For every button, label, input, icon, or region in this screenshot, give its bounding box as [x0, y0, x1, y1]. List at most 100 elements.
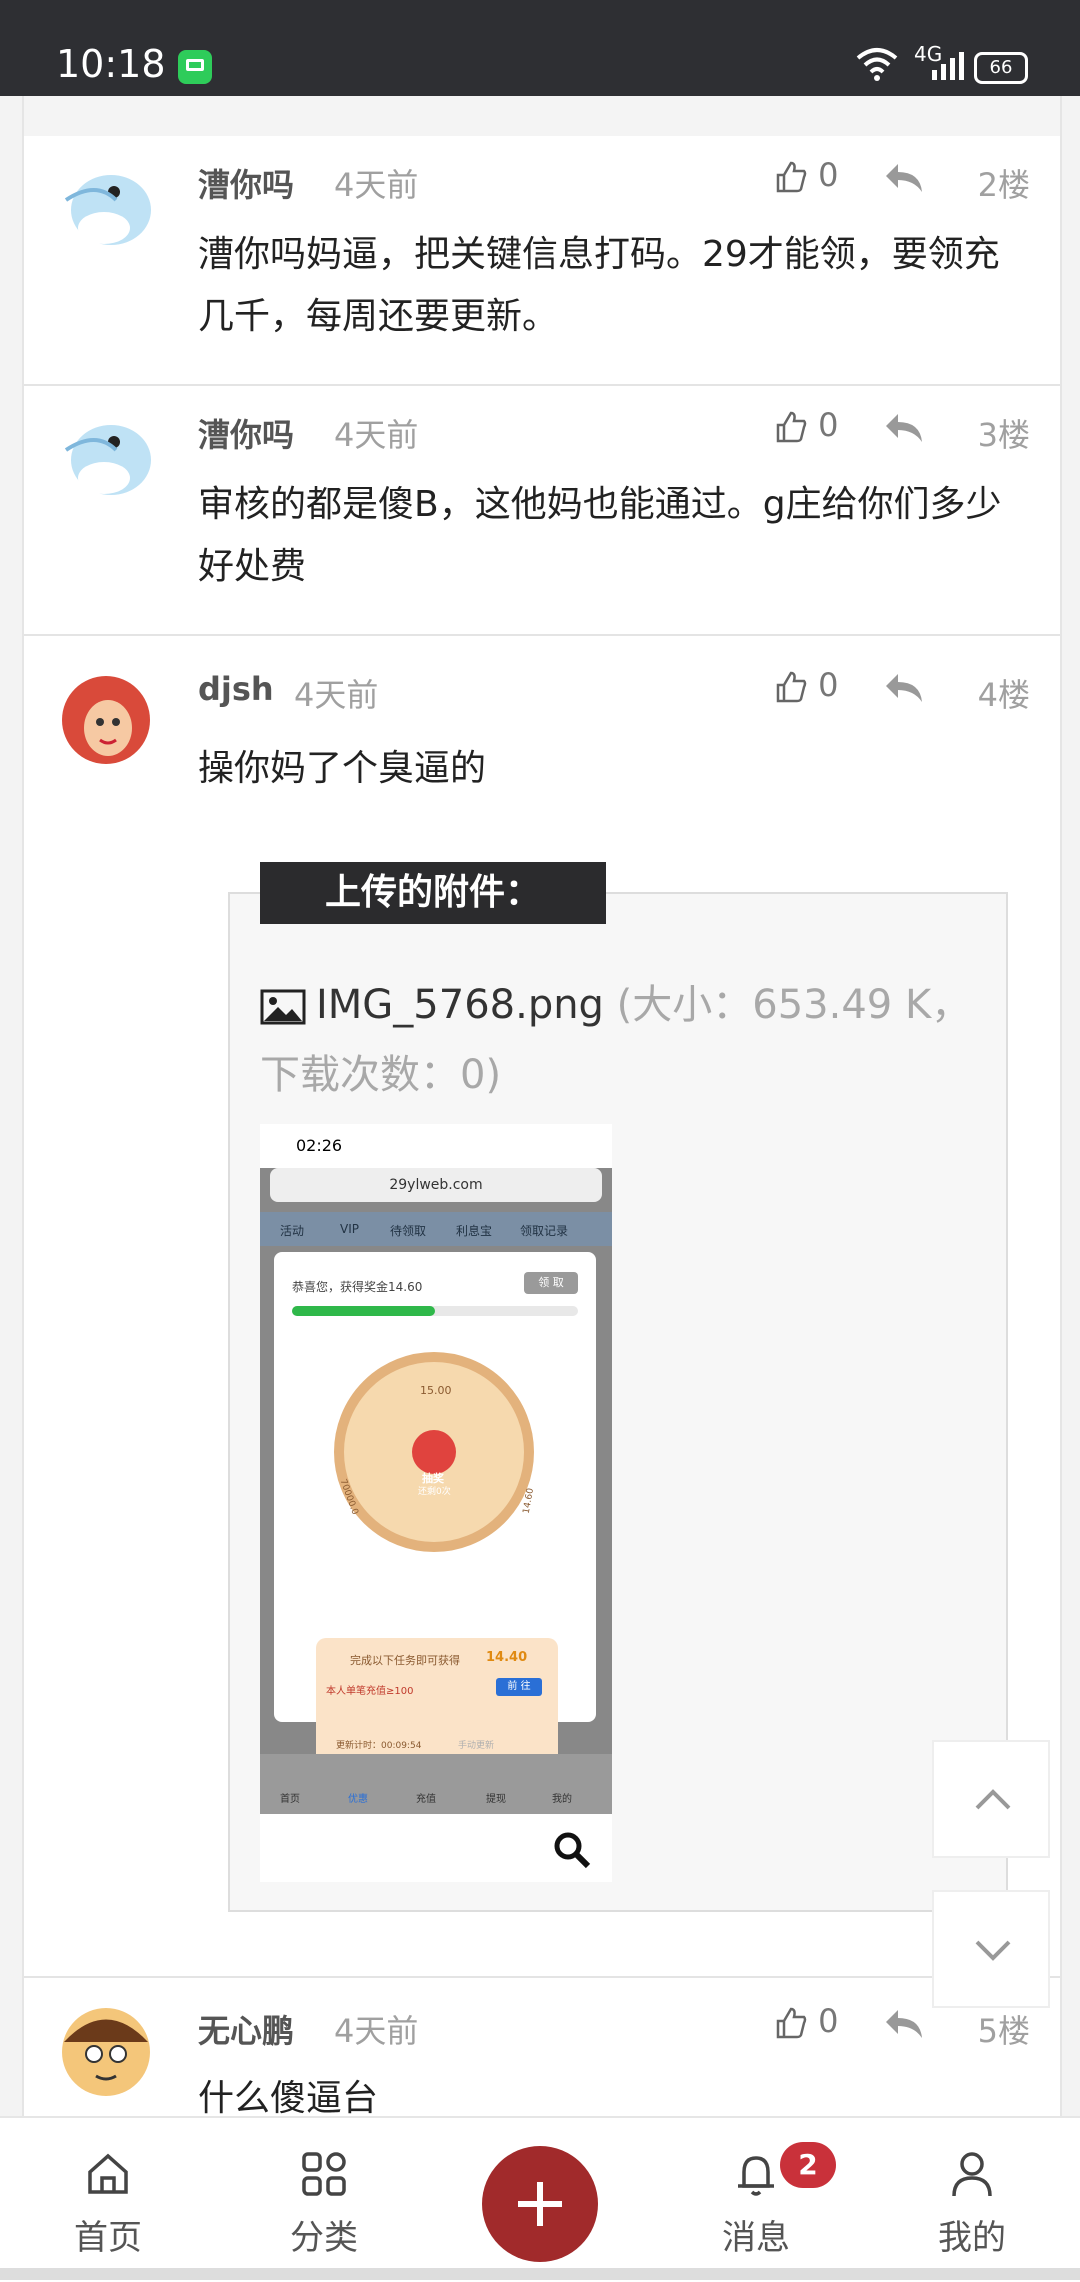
image-nav-item: 我的 — [552, 1794, 572, 1805]
image-tab: 利息宝 — [456, 1224, 493, 1238]
image-tab: 待领取 — [390, 1224, 427, 1238]
bottom-tab-bar: 首页 分类 消息 2 我的 — [0, 2116, 1080, 2282]
like-button[interactable]: 0 — [774, 2002, 844, 2046]
image-wheel-center-sub: 还剩0次 — [418, 1487, 451, 1497]
tab-label: 消息 — [722, 2218, 790, 2258]
top-strip — [24, 96, 1060, 138]
image-wheel-value: 15.00 — [420, 1384, 452, 1397]
image-task-amount: 14.40 — [486, 1650, 528, 1665]
like-button[interactable]: 0 — [774, 666, 844, 710]
thumbs-up-icon — [776, 411, 807, 443]
image-prize-wheel — [334, 1352, 534, 1552]
image-time: 02:26 — [296, 1136, 343, 1155]
avatar[interactable] — [56, 2002, 156, 2102]
image-browser-nav — [260, 1814, 612, 1882]
tab-profile[interactable]: 我的 — [912, 2148, 1032, 2259]
post-text: 审核的都是傻B，这他妈也能通过。g庄给你们多少好处费 — [198, 484, 1002, 587]
user-icon — [952, 2152, 992, 2197]
chevron-down-icon — [975, 1940, 1011, 1961]
like-count: 0 — [818, 406, 839, 444]
image-nav-item: 优惠 — [348, 1794, 368, 1805]
image-task-title: 完成以下任务即可获得 — [350, 1654, 460, 1667]
scroll-up-button[interactable] — [932, 1740, 1050, 1858]
message-app-icon — [178, 50, 212, 84]
reply-icon[interactable] — [882, 408, 926, 448]
tab-category[interactable]: 分类 — [264, 2148, 384, 2259]
reply-icon[interactable] — [882, 668, 926, 708]
attachment-file[interactable]: IMG_5768.png (大小：653.49 K，下载次数：0) — [260, 970, 980, 1110]
username[interactable]: 漕你吗 — [198, 410, 294, 456]
post-time: 4天前 — [294, 676, 379, 714]
status-bar: 10:18 4G 66 — [0, 0, 1080, 96]
like-count: 0 — [818, 2002, 839, 2040]
image-tabs: 活动 VIP 待领取 利息宝 领取记录 — [260, 1212, 612, 1246]
like-button[interactable]: 0 — [774, 406, 844, 450]
image-refresh-line: 更新计时：00:09:54 — [336, 1741, 422, 1751]
post-time: 4天前 — [334, 2012, 419, 2050]
bell-icon — [738, 2156, 774, 2196]
tab-home[interactable]: 首页 — [48, 2148, 168, 2259]
image-tab: 领取记录 — [520, 1224, 569, 1238]
thumbs-up-icon — [776, 671, 807, 703]
thumbs-up-icon — [776, 2007, 807, 2039]
floor-number: 3楼 — [977, 416, 1030, 454]
grid-icon — [302, 2152, 346, 2196]
reply-post: 漕你吗 4天前 0 2楼 漕你吗妈逼，把关键信息打码。29才能领，要领充几千，每… — [24, 136, 1060, 386]
username[interactable]: djsh — [198, 670, 274, 708]
image-task-line: 本人单笔充值≥100 — [326, 1686, 414, 1697]
post-thread[interactable]: 漕你吗 4天前 0 2楼 漕你吗妈逼，把关键信息打码。29才能领，要领充几千，每… — [22, 96, 1062, 2116]
status-time: 10:18 — [56, 42, 166, 86]
image-status-bar: 02:26 — [260, 1124, 612, 1168]
image-popup-text: 恭喜您，获得奖金14.60 — [292, 1280, 423, 1294]
wifi-icon — [856, 48, 898, 81]
like-count: 0 — [818, 666, 839, 704]
like-count: 0 — [818, 156, 839, 194]
attachment-label: 上传的附件： — [260, 862, 606, 924]
image-file-icon — [260, 989, 306, 1025]
avatar[interactable] — [56, 410, 156, 510]
avatar[interactable] — [56, 160, 156, 260]
home-indicator — [0, 2268, 1080, 2280]
image-task-button: 前 往 — [496, 1678, 542, 1696]
post-text: 操你妈了个臭逼的 — [198, 748, 487, 789]
attachment-image[interactable]: 02:26 29ylweb.com 活动 VIP 待领取 利息宝 领取记录 恭喜… — [260, 1124, 612, 1882]
image-refresh-link: 手动更新 — [458, 1741, 495, 1751]
plus-icon — [518, 2182, 562, 2226]
battery-indicator: 66 — [974, 52, 1028, 84]
post-text: 漕你吗妈逼，把关键信息打码。29才能领，要领充几千，每周还要更新。 — [198, 234, 1000, 337]
like-button[interactable]: 0 — [774, 156, 844, 200]
post-text: 什么傻逼台 — [198, 2078, 379, 2116]
reply-post: 漕你吗 4天前 0 3楼 审核的都是傻B，这他妈也能通过。g庄给你们多少好处费 — [24, 386, 1060, 636]
search-icon — [554, 1832, 591, 1869]
username[interactable]: 漕你吗 — [198, 160, 294, 206]
reply-icon[interactable] — [882, 158, 926, 198]
avatar[interactable] — [56, 670, 156, 770]
username[interactable]: 无心鹏 — [198, 2006, 294, 2052]
image-tab: 活动 — [280, 1224, 305, 1238]
home-icon — [88, 2153, 128, 2194]
image-url-bar: 29ylweb.com — [270, 1168, 602, 1202]
image-progress-track — [292, 1306, 578, 1316]
image-app-nav: 首页 优惠 充值 提现 我的 — [260, 1754, 612, 1814]
floor-number: 2楼 — [977, 166, 1030, 204]
chevron-up-icon — [975, 1789, 1011, 1810]
image-tab: VIP — [340, 1222, 359, 1236]
reply-post: 无心鹏 4天前 0 5楼 什么傻逼台 — [24, 1976, 1060, 2116]
floor-number: 5楼 — [977, 2012, 1030, 2050]
scroll-down-button[interactable] — [932, 1890, 1050, 2008]
floor-number: 4楼 — [977, 676, 1030, 714]
post-time: 4天前 — [334, 166, 419, 204]
tab-label: 分类 — [290, 2218, 358, 2258]
image-progress-fill — [292, 1306, 435, 1316]
reply-icon[interactable] — [882, 2004, 926, 2044]
image-nav-item: 充值 — [416, 1794, 436, 1805]
image-claim-button: 领 取 — [524, 1272, 578, 1294]
post-time: 4天前 — [334, 416, 419, 454]
image-nav-item: 首页 — [280, 1794, 300, 1805]
add-post-button[interactable] — [482, 2146, 598, 2262]
image-nav-item: 提现 — [486, 1794, 506, 1805]
message-count-badge: 2 — [780, 2142, 836, 2188]
tab-label: 我的 — [938, 2218, 1006, 2258]
attachment-filename[interactable]: IMG_5768.png — [316, 982, 604, 1028]
tab-label: 首页 — [74, 2218, 142, 2258]
